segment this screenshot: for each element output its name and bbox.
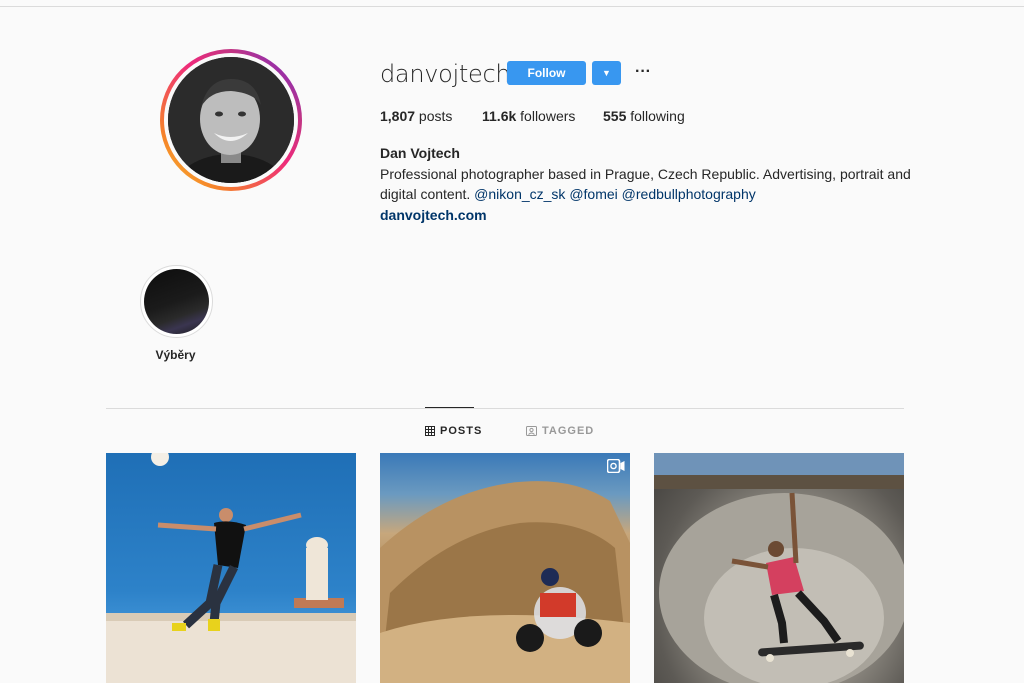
avatar-portrait	[168, 57, 294, 183]
story-highlight-cover	[144, 269, 209, 334]
mention-link-nikon[interactable]: @nikon_cz_sk	[474, 186, 565, 202]
following-stat[interactable]: 555 following	[603, 108, 685, 124]
posts-count-stat: 1,807 posts	[380, 108, 452, 124]
followers-stat[interactable]: 11.6k followers	[482, 108, 575, 124]
tagged-icon	[526, 426, 537, 436]
website-link[interactable]: danvojtech.com	[380, 205, 920, 226]
following-count: 555	[603, 108, 627, 124]
post-image-skateboard	[654, 453, 904, 683]
posts-count: 1,807	[380, 108, 416, 124]
mention-link-fomei[interactable]: @fomei	[569, 186, 617, 202]
tabs-divider	[106, 408, 904, 409]
tab-posts[interactable]: POSTS	[425, 425, 482, 437]
avatar-ring-gap	[164, 53, 298, 187]
story-highlight[interactable]	[140, 265, 213, 338]
tab-tagged-label: TAGGED	[542, 425, 595, 437]
active-tab-indicator	[425, 407, 474, 408]
post-image-quad	[380, 481, 630, 683]
more-icon: ···	[635, 63, 651, 80]
post-thumbnail[interactable]	[106, 453, 356, 683]
chevron-down-icon: ▼	[602, 68, 611, 78]
top-divider	[0, 6, 1024, 7]
following-label: following	[626, 108, 685, 124]
tab-tagged[interactable]: TAGGED	[526, 425, 594, 437]
more-options-button[interactable]: ···	[633, 62, 653, 82]
post-image-dancer	[106, 453, 356, 683]
follow-button[interactable]: Follow	[507, 61, 586, 85]
followers-label: followers	[516, 108, 576, 124]
story-highlight-label[interactable]: Výběry	[140, 348, 211, 362]
profile-username: danvojtech	[380, 60, 511, 88]
profile-avatar[interactable]	[160, 49, 302, 191]
posts-label: posts	[415, 108, 453, 124]
mention-link-redbullphotography[interactable]: @redbullphotography	[622, 186, 756, 202]
grid-icon	[425, 426, 435, 436]
profile-bio: Dan Vojtech Professional photographer ba…	[380, 143, 920, 225]
tab-posts-label: POSTS	[440, 425, 483, 437]
video-icon	[607, 459, 625, 473]
avatar-photo	[168, 57, 294, 183]
suggestions-dropdown-button[interactable]: ▼	[592, 61, 621, 85]
followers-count: 11.6k	[482, 108, 517, 124]
post-thumbnail[interactable]	[380, 453, 630, 683]
profile-full-name: Dan Vojtech	[380, 145, 460, 161]
post-thumbnail[interactable]	[654, 453, 904, 683]
